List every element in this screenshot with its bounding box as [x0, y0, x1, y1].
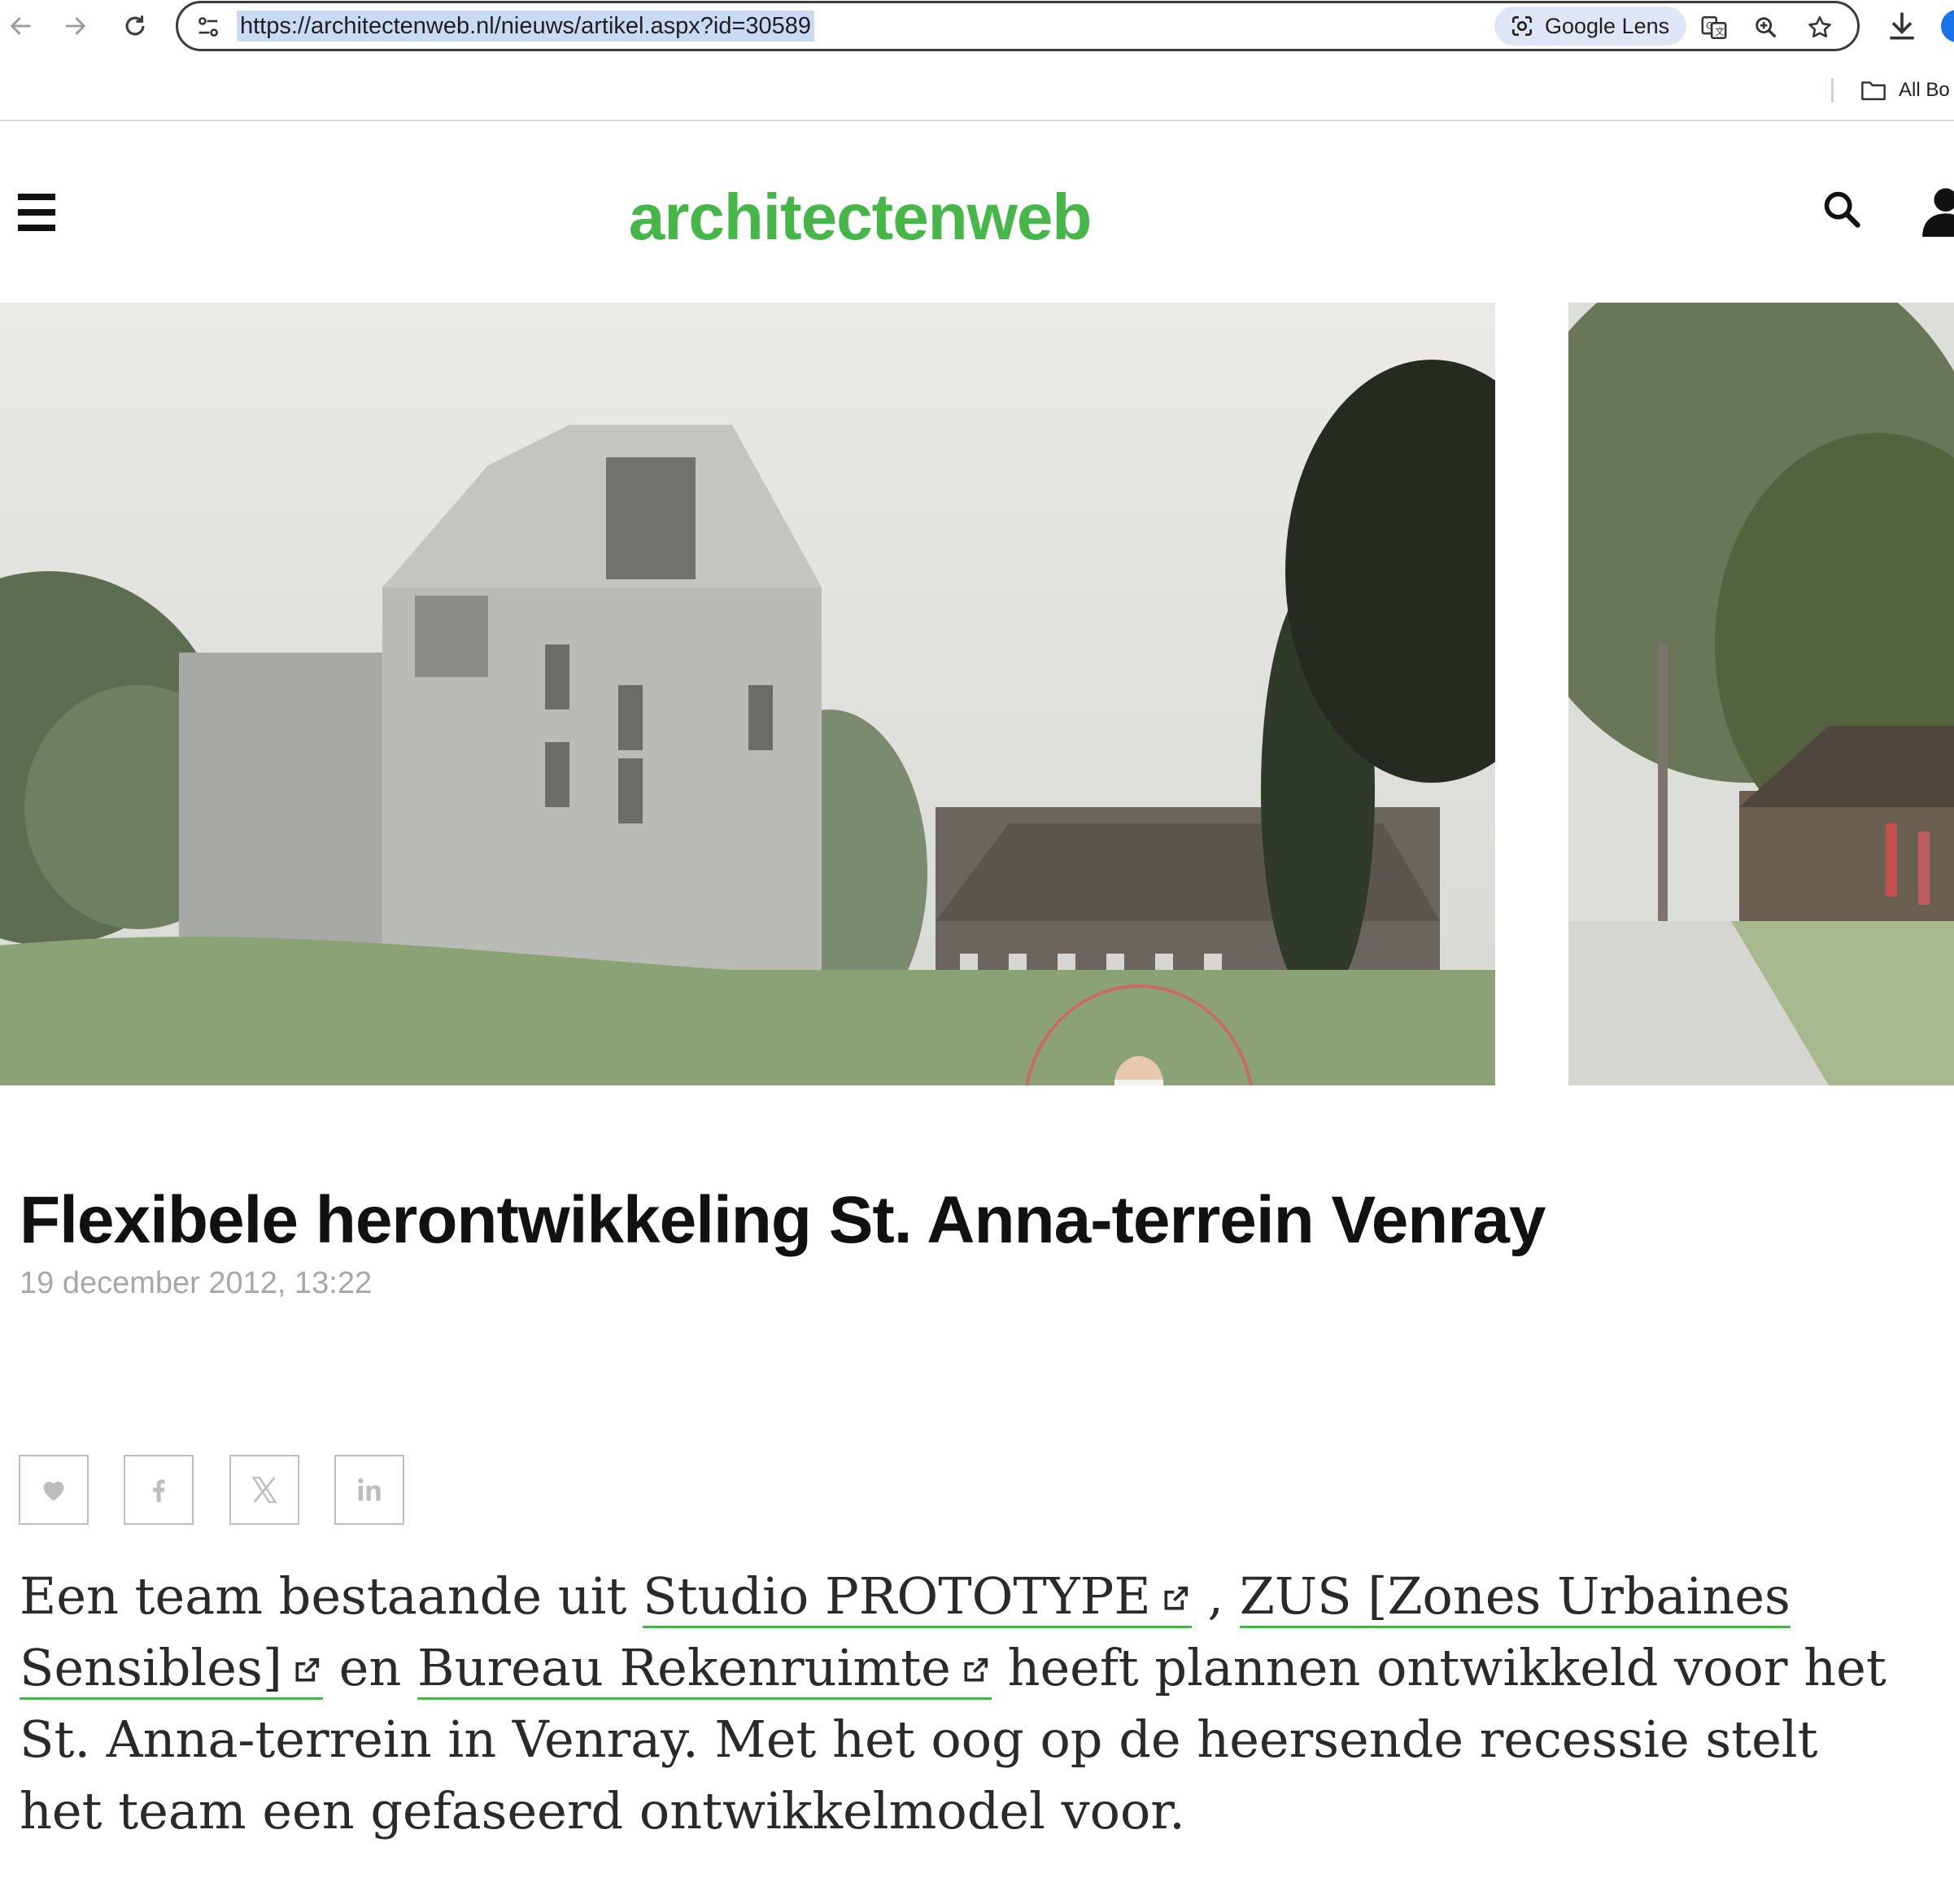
facebook-icon	[153, 1479, 165, 1502]
reload-icon	[125, 15, 145, 36]
external-link-icon	[964, 1657, 988, 1682]
bookmark-star-button[interactable]	[1804, 11, 1836, 44]
lens-icon	[1512, 16, 1532, 36]
share-x-button[interactable]	[229, 1455, 299, 1525]
link-studio-prototype[interactable]: Studio PROTOTYPE	[643, 1566, 1192, 1628]
x-icon	[251, 1476, 277, 1504]
site-logo[interactable]: architectenweb	[0, 177, 1954, 258]
zoom-icon	[1756, 17, 1777, 38]
hero-image-1[interactable]	[0, 303, 1495, 1085]
share-facebook-button[interactable]	[124, 1455, 194, 1525]
zoom-button[interactable]	[1750, 11, 1782, 44]
lead-text-1: Een team bestaande uit	[20, 1566, 643, 1626]
forward-button[interactable]	[54, 5, 96, 47]
reload-button[interactable]	[114, 5, 156, 47]
site-header: architectenweb	[0, 121, 1954, 303]
user-icon[interactable]	[1921, 186, 1954, 237]
hero-rendering	[0, 303, 1495, 1085]
lead-separator-1: ,	[1191, 1566, 1240, 1626]
address-bar[interactable]: https://architectenweb.nl/nieuws/artikel…	[176, 1, 1860, 51]
lens-label: Google Lens	[1545, 13, 1670, 38]
share-linkedin-button[interactable]	[334, 1455, 404, 1525]
translate-icon: G 文	[1701, 15, 1727, 40]
linkedin-icon	[358, 1478, 381, 1501]
logo-text[interactable]: architectenweb	[629, 177, 1092, 258]
hero-photo	[1568, 303, 1954, 1085]
url-text[interactable]: https://architectenweb.nl/nieuws/artikel…	[237, 11, 815, 41]
svg-text:G: G	[1706, 20, 1713, 31]
translate-button[interactable]: G 文	[1698, 11, 1730, 44]
svg-text:文: 文	[1715, 26, 1724, 37]
bookmarks-separator	[1831, 78, 1834, 103]
hero-image-2[interactable]	[1568, 303, 1954, 1085]
browser-toolbar: https://architectenweb.nl/nieuws/artikel…	[0, 0, 1954, 121]
download-icon[interactable]	[1884, 8, 1920, 44]
folder-icon	[1861, 81, 1886, 101]
like-button[interactable]	[19, 1455, 89, 1525]
external-link-icon	[295, 1657, 320, 1682]
hero-carousel[interactable]	[0, 303, 1954, 1085]
back-button[interactable]	[0, 5, 42, 47]
profile-avatar[interactable]	[1941, 10, 1954, 42]
article-date: 19 december 2012, 13:22	[20, 1266, 373, 1300]
lead-separator-2: en	[322, 1638, 418, 1697]
link-bureau-rekenruimte[interactable]: Bureau Rekenruimte	[417, 1638, 992, 1700]
star-icon	[1808, 15, 1831, 38]
heart-icon	[43, 1481, 64, 1501]
search-icon[interactable]	[1821, 188, 1863, 230]
all-bookmarks-link[interactable]: All Bo	[1899, 78, 1950, 103]
arrow-right-icon	[65, 17, 86, 35]
google-lens-button[interactable]: Google Lens	[1494, 7, 1686, 46]
article-lead: Een team bestaande uit Studio PROTOTYPE …	[20, 1561, 1907, 1847]
external-link-icon	[1164, 1586, 1188, 1610]
site-info-icon[interactable]	[194, 13, 222, 41]
arrow-left-icon	[10, 17, 31, 35]
article-title: Flexibele herontwikkeling St. Anna-terre…	[20, 1183, 1546, 1257]
